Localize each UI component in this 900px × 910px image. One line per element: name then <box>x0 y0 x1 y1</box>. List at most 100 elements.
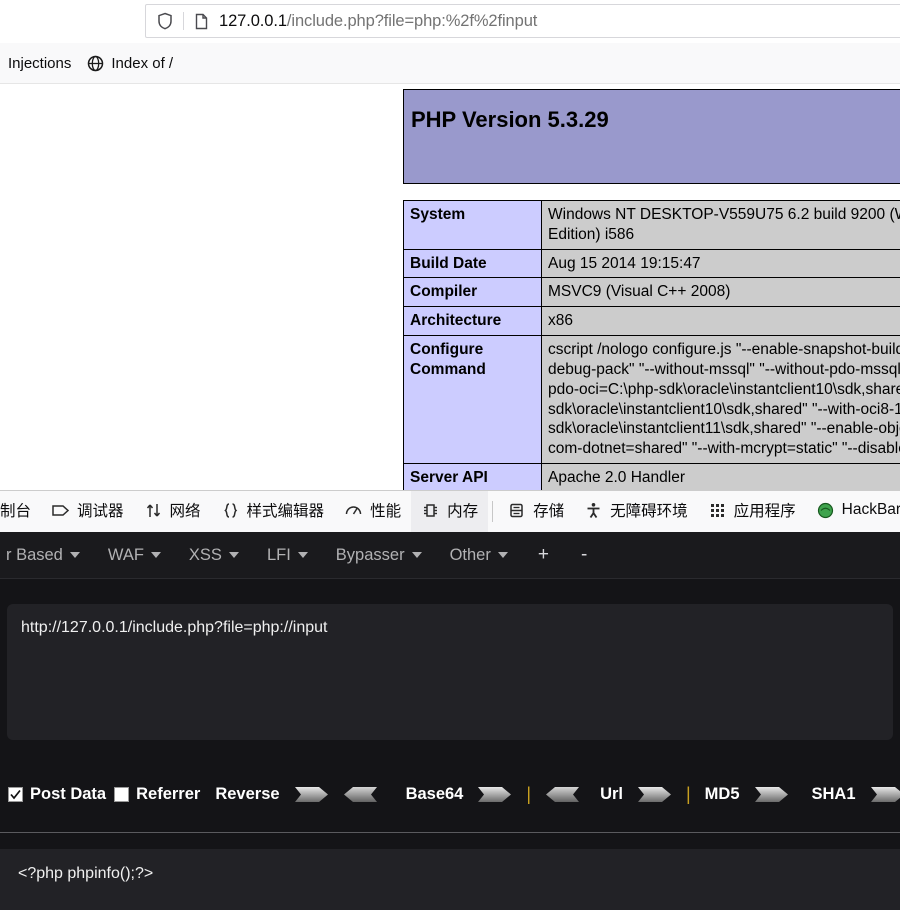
phpinfo-content: PHP Version 5.3.29 System Windows NT DES… <box>403 89 900 490</box>
tab-label: 样式编辑器 <box>246 503 325 520</box>
tab-label: 内存 <box>447 503 479 520</box>
row-key: Build Date <box>403 248 542 279</box>
globe-icon <box>87 55 104 72</box>
tab-label: 存储 <box>533 503 565 520</box>
row-value: Apache 2.0 Handler <box>541 463 900 490</box>
browser-chrome: 127.0.0.1/include.php?file=php:%2f%2finp… <box>0 0 900 84</box>
menu-other[interactable]: Other <box>436 542 522 569</box>
row-key: Configure Command <box>403 335 542 465</box>
base64-decode-button[interactable] <box>545 786 580 803</box>
url-host: 127.0.0.1 <box>219 11 287 30</box>
devtools-tab-strip: 制台 调试器 网络 样式编辑器 性能 内存 存储 无障碍环境 应用程序 Hack… <box>0 490 900 532</box>
performance-icon <box>344 501 363 520</box>
separator-2: | <box>685 783 691 804</box>
table-row: Compiler MSVC9 (Visual C++ 2008) <box>403 277 900 308</box>
row-value: x86 <box>541 306 900 337</box>
tab-divider <box>492 501 494 522</box>
menu-label: LFI <box>266 545 291 564</box>
url-encode-label: Url <box>600 784 623 803</box>
tab-network[interactable]: 网络 <box>134 491 211 532</box>
sha1-button[interactable] <box>870 786 900 803</box>
bookmarks-bar: Injections Index of / <box>0 43 900 84</box>
hackbar-icon <box>816 501 835 520</box>
table-row: Server API Apache 2.0 Handler <box>403 463 900 490</box>
menu-label: r Based <box>6 545 63 564</box>
url-bar-row: 127.0.0.1/include.php?file=php:%2f%2finp… <box>0 0 900 43</box>
menu-error-based[interactable]: r Based <box>0 542 94 569</box>
page-title: PHP Version 5.3.29 <box>411 107 609 132</box>
accessibility-icon <box>584 501 603 520</box>
row-key: Server API <box>403 463 542 490</box>
post-data-input[interactable]: <?php phpinfo();?> <box>0 849 900 910</box>
storage-icon <box>507 501 526 520</box>
tab-debugger[interactable]: 调试器 <box>41 491 134 532</box>
chevron-down-icon <box>150 552 161 558</box>
url-path: /include.php?file=php:%2f%2finput <box>286 11 538 30</box>
tab-label: 制台 <box>0 503 32 520</box>
menu-xss[interactable]: XSS <box>175 542 253 569</box>
table-row: Architecture x86 <box>403 306 900 337</box>
referrer-checkbox[interactable] <box>114 786 130 802</box>
menu-bypasser[interactable]: Bypasser <box>322 542 436 569</box>
md5-button[interactable] <box>754 786 789 803</box>
tab-application[interactable]: 应用程序 <box>698 491 806 532</box>
bookmark-label: Index of / <box>111 54 174 72</box>
row-value: MSVC9 (Visual C++ 2008) <box>541 277 900 308</box>
tab-label: 网络 <box>169 503 201 520</box>
chevron-down-icon <box>411 552 422 558</box>
tab-label: 调试器 <box>77 503 124 520</box>
table-row: Build Date Aug 15 2014 19:15:47 <box>403 248 900 279</box>
post-data-label: Post Data <box>30 784 107 803</box>
tab-label: HackBar <box>841 501 900 518</box>
tab-storage[interactable]: 存储 <box>497 491 574 532</box>
style-editor-icon <box>221 501 240 520</box>
page-viewport: PHP Version 5.3.29 System Windows NT DES… <box>0 84 900 490</box>
tab-style-editor[interactable]: 样式编辑器 <box>211 491 335 532</box>
row-value: Aug 15 2014 19:15:47 <box>541 248 900 279</box>
bookmark-index-of[interactable]: Index of / <box>79 52 181 75</box>
menu-waf[interactable]: WAF <box>94 542 175 569</box>
url-text[interactable]: 127.0.0.1/include.php?file=php:%2f%2finp… <box>219 12 537 31</box>
shield-icon[interactable] <box>156 12 174 30</box>
hackbar-controls-row: Post Data Referrer Reverse Base64 | Url … <box>0 764 900 824</box>
referrer-label: Referrer <box>136 784 201 803</box>
memory-icon <box>421 501 440 520</box>
address-bar[interactable]: 127.0.0.1/include.php?file=php:%2f%2finp… <box>145 4 900 38</box>
url-input[interactable]: http://127.0.0.1/include.php?file=php://… <box>7 604 893 740</box>
remove-tab-button[interactable]: - <box>565 542 603 568</box>
tab-memory[interactable]: 内存 <box>411 491 489 532</box>
tab-console[interactable]: 制台 <box>0 491 41 532</box>
menu-label: Bypasser <box>335 545 405 564</box>
reverse-encode-button[interactable] <box>294 786 329 803</box>
tab-hackbar[interactable]: HackBar <box>806 491 900 532</box>
hackbar-menubar: r Based WAF XSS LFI Bypasser Other + - <box>0 532 900 579</box>
row-value: cscript /nologo configure.js "--enable-s… <box>541 335 900 465</box>
debugger-icon <box>51 501 70 520</box>
tab-performance[interactable]: 性能 <box>334 491 411 532</box>
sha1-label: SHA1 <box>811 784 856 803</box>
base64-label: Base64 <box>405 784 464 803</box>
chevron-down-icon <box>497 552 508 558</box>
url-encode-button[interactable] <box>637 786 672 803</box>
tab-label: 性能 <box>370 503 402 520</box>
base64-encode-button[interactable] <box>478 786 512 803</box>
row-key: Compiler <box>403 277 542 308</box>
separator-1: | <box>526 783 532 804</box>
application-icon <box>708 501 727 520</box>
reverse-decode-button[interactable] <box>343 786 377 803</box>
tab-label: 无障碍环境 <box>610 503 688 520</box>
reverse-label: Reverse <box>215 784 280 803</box>
md5-label: MD5 <box>704 784 740 803</box>
tab-accessibility[interactable]: 无障碍环境 <box>574 491 698 532</box>
table-row: System Windows NT DESKTOP-V559U75 6.2 bu… <box>403 200 900 250</box>
add-tab-button[interactable]: + <box>522 542 565 568</box>
chevron-down-icon <box>297 552 308 558</box>
tab-label: 应用程序 <box>733 503 796 520</box>
phpinfo-table: System Windows NT DESKTOP-V559U75 6.2 bu… <box>403 200 900 490</box>
post-data-checkbox[interactable] <box>8 786 23 802</box>
bookmark-injections[interactable]: Injections <box>0 52 79 75</box>
page-icon[interactable] <box>193 13 210 30</box>
menu-lfi[interactable]: LFI <box>253 542 322 569</box>
php-version-banner: PHP Version 5.3.29 <box>403 89 900 184</box>
bookmark-label: Injections <box>8 54 72 72</box>
